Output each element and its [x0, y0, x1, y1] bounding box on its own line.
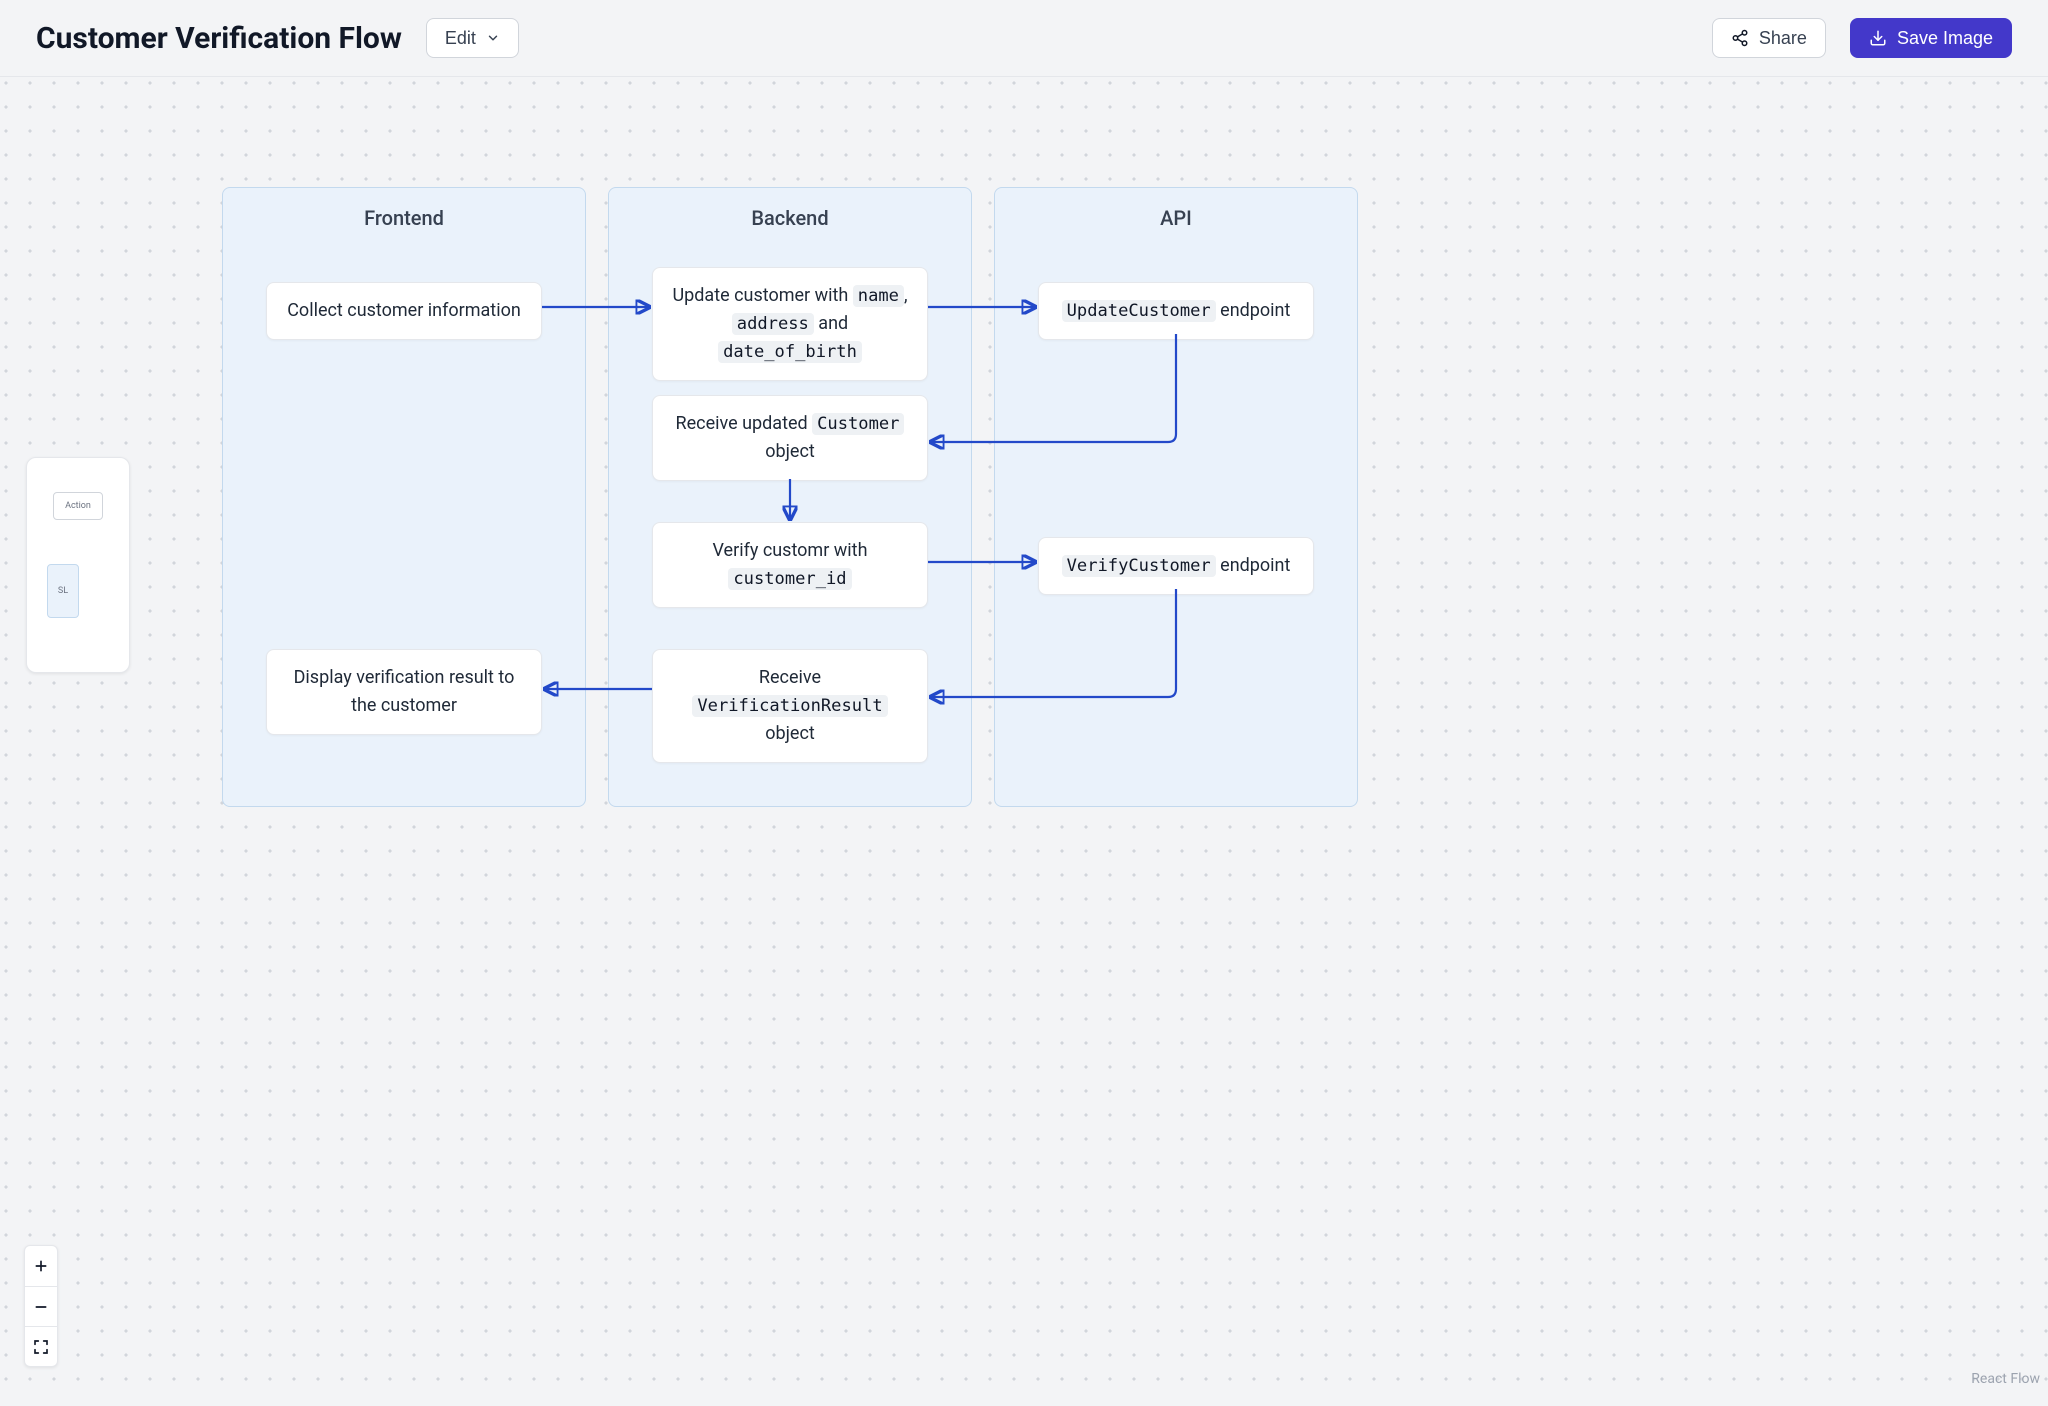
share-icon	[1731, 29, 1749, 47]
zoom-controls	[24, 1245, 58, 1367]
header: Customer Verification Flow Edit Share Sa…	[0, 0, 2048, 77]
save-image-button[interactable]: Save Image	[1850, 18, 2012, 58]
node-collect-info[interactable]: Collect customer information	[266, 282, 542, 340]
minimap-action-node: Action	[53, 492, 103, 520]
node-verifycustomer-endpoint[interactable]: VerifyCustomer endpoint	[1038, 537, 1314, 595]
minus-icon	[33, 1299, 49, 1315]
lane-api[interactable]: API	[994, 187, 1358, 807]
lane-backend-title: Backend	[609, 188, 971, 230]
node-receive-customer[interactable]: Receive updated Customer object	[652, 395, 928, 481]
node-updatecustomer-endpoint[interactable]: UpdateCustomer endpoint	[1038, 282, 1314, 340]
node-display-result[interactable]: Display verification result to the custo…	[266, 649, 542, 735]
attribution-label: React Flow	[1971, 1371, 2040, 1387]
node-update-customer[interactable]: Update customer with name, address and d…	[652, 267, 928, 381]
fullscreen-icon	[33, 1339, 49, 1355]
minimap[interactable]: Action SL	[26, 457, 130, 673]
zoom-in-button[interactable]	[25, 1246, 57, 1286]
chevron-down-icon	[486, 31, 500, 45]
download-icon	[1869, 29, 1887, 47]
lane-api-title: API	[995, 188, 1357, 230]
zoom-out-button[interactable]	[25, 1286, 57, 1326]
minimap-swimlane-node: SL	[47, 564, 79, 618]
node-verify-customer[interactable]: Verify customr with customer_id	[652, 522, 928, 608]
save-image-button-label: Save Image	[1897, 29, 1993, 47]
page-title: Customer Verification Flow	[36, 21, 402, 56]
diagram-canvas[interactable]: Frontend Backend API Collect customer in…	[0, 77, 2048, 1391]
fit-view-button[interactable]	[25, 1326, 57, 1366]
plus-icon	[33, 1258, 49, 1274]
lane-frontend-title: Frontend	[223, 188, 585, 230]
share-button[interactable]: Share	[1712, 18, 1826, 58]
node-receive-verification[interactable]: Receive VerificationResult object	[652, 649, 928, 763]
share-button-label: Share	[1759, 29, 1807, 47]
edit-button[interactable]: Edit	[426, 18, 519, 58]
edit-button-label: Edit	[445, 29, 476, 47]
